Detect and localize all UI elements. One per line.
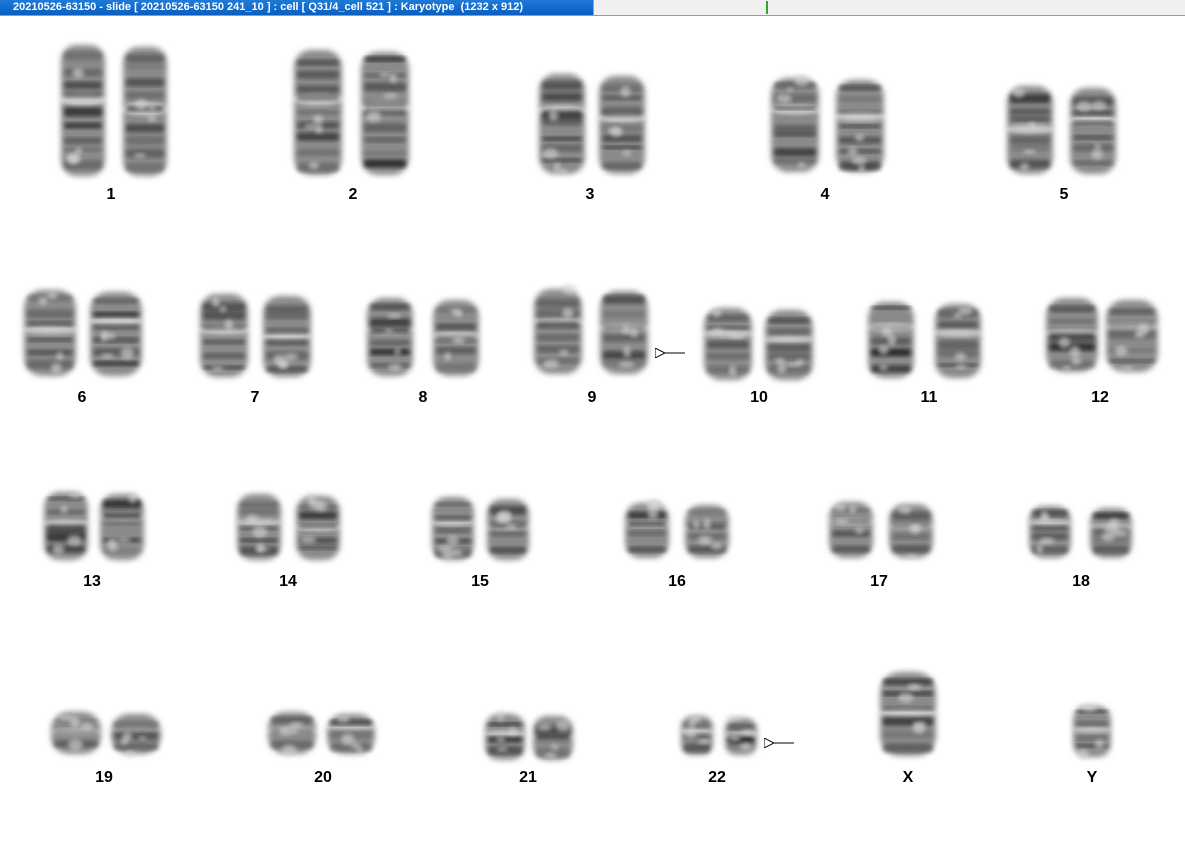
chromosome-pair-16[interactable]: [622, 498, 732, 558]
chromosome-2-a: [291, 50, 345, 175]
chromosome-label-6: 6: [78, 389, 87, 406]
chromosome-10-a: [701, 308, 755, 380]
chromosome-pair-19[interactable]: [48, 712, 164, 758]
chromosome-label-20: 20: [314, 769, 332, 786]
chromosome-9-b: [597, 291, 651, 374]
chromosome-label-15: 15: [471, 573, 489, 590]
chromosome-label-17: 17: [870, 573, 888, 590]
chromosome-x: [877, 672, 939, 756]
chromosome-20-b: [324, 714, 378, 755]
chromosome-pair-1[interactable]: [58, 45, 170, 176]
chromosome-pair-15[interactable]: [429, 497, 532, 560]
chromosome-8-b: [430, 300, 482, 376]
chromosome-pair-3[interactable]: [536, 74, 648, 175]
chromosome-pair-4[interactable]: [768, 74, 887, 174]
chromosome-19-a: [48, 712, 104, 754]
chromosome-pair-17[interactable]: [826, 502, 936, 560]
chromosome-label-3: 3: [586, 186, 595, 203]
chromosome-pair-11[interactable]: [865, 302, 984, 378]
chromosome-pair-12[interactable]: [1043, 298, 1161, 372]
chromosome-pair-8[interactable]: [364, 298, 482, 376]
window-titlebar: 20210526-63150 - slide [ 20210526-63150 …: [0, 0, 1185, 16]
chromosome-pair-7[interactable]: [197, 294, 314, 377]
chromosome-20-a: [265, 712, 319, 756]
chromosome-5-b: [1067, 88, 1119, 174]
chromosome-pair-13[interactable]: [41, 492, 147, 560]
chromosome-17-b: [886, 504, 936, 560]
chromosome-14-a: [234, 494, 284, 560]
chromosome-label-10: 10: [750, 389, 768, 406]
chromosome-label-18: 18: [1072, 573, 1090, 590]
chromosome-label-7: 7: [251, 389, 260, 406]
chromosome-label-9: 9: [588, 389, 597, 406]
chromosome-7-a: [197, 294, 251, 377]
chromosome-22-b: [723, 715, 759, 755]
chromosome-1-a: [58, 45, 108, 176]
chromosome-4-b: [833, 80, 887, 174]
chromosome-label-12: 12: [1091, 389, 1109, 406]
window-title-tab[interactable]: 20210526-63150 - slide [ 20210526-63150 …: [0, 0, 594, 15]
chromosome-pair-14[interactable]: [234, 493, 343, 560]
chromosome-10-b: [762, 310, 816, 380]
chromosome-21-a: [483, 710, 527, 760]
chromosome-label-13: 13: [83, 573, 101, 590]
chromosome-11-b: [932, 304, 984, 378]
chromosome-8-a: [364, 298, 416, 376]
chromosome-12-a: [1043, 298, 1101, 372]
chromosome-label-14: 14: [279, 573, 297, 590]
chromosome-label-1: 1: [107, 186, 116, 203]
chromosome-22-a: [679, 715, 715, 755]
chromosome-12-b: [1103, 300, 1161, 372]
chromosome-label-x: X: [903, 769, 914, 786]
chromosome-9-a: [531, 283, 585, 374]
chromosome-14-b: [293, 493, 343, 560]
chromosome-label-21: 21: [519, 769, 537, 786]
chromosome-5-a: [1004, 86, 1056, 174]
status-indicator: [766, 1, 768, 14]
chromosome-pair-9[interactable]: [531, 283, 651, 374]
chromosome-pair-20[interactable]: [265, 712, 378, 756]
chromosome-pair-6[interactable]: [21, 290, 145, 376]
chromosome-6-a: [21, 290, 79, 376]
chromosome-label-4: 4: [821, 186, 830, 203]
chromosome-pair-10[interactable]: [701, 308, 816, 380]
chromosome-13-a: [41, 492, 91, 560]
window-title: 20210526-63150 - slide [ 20210526-63150 …: [13, 1, 524, 13]
chromosome-pair-22[interactable]: [679, 715, 759, 755]
chromosome-label-5: 5: [1060, 186, 1069, 203]
chromosome-label-16: 16: [668, 573, 686, 590]
chromosome-label-y: Y: [1087, 769, 1098, 786]
chromosome-15-a: [429, 497, 477, 560]
chromosome-label-2: 2: [349, 186, 358, 203]
chromosome-11-a: [865, 302, 917, 378]
chromosome-pair-21[interactable]: [483, 710, 575, 760]
chromosome-17-a: [826, 502, 876, 558]
chromosome-2-b: [358, 52, 412, 175]
chromosome-label-8: 8: [419, 389, 428, 406]
chromosome-label-22: 22: [708, 769, 726, 786]
chromosome-4-a: [768, 74, 822, 172]
chromosome-16-a: [622, 498, 672, 558]
chromosome-19-b: [108, 714, 164, 758]
chromosome-18-a: [1026, 506, 1074, 558]
chromosome-7-b: [260, 296, 314, 377]
chromosome-3-a: [536, 74, 588, 175]
chromosome-3-b: [596, 76, 648, 174]
karyogram-canvas: 1 2 3 4 56 7 8 9 10 11 1213 14 15 16 17 1819 20 21 22 X Y: [21, 45, 1161, 786]
chromosome-15-b: [484, 499, 532, 560]
chromosome-16-b: [682, 505, 732, 558]
chromosome-label-19: 19: [95, 769, 113, 786]
chromosome-1-b: [120, 47, 170, 176]
chromosome-13-b: [97, 492, 147, 560]
chromosome-y: [1071, 703, 1113, 760]
chromosome-pair-18[interactable]: [1026, 506, 1135, 558]
chromosome-pair-y[interactable]: [1071, 703, 1113, 760]
chromosome-pair-x[interactable]: [877, 672, 939, 756]
chromosome-pair-5[interactable]: [1004, 86, 1119, 174]
chromosome-pair-2[interactable]: [291, 50, 412, 175]
chromosome-21-b: [531, 716, 575, 760]
chromosome-6-b: [87, 292, 145, 376]
chromosome-18-b: [1087, 508, 1135, 558]
chromosome-label-11: 11: [921, 389, 938, 406]
